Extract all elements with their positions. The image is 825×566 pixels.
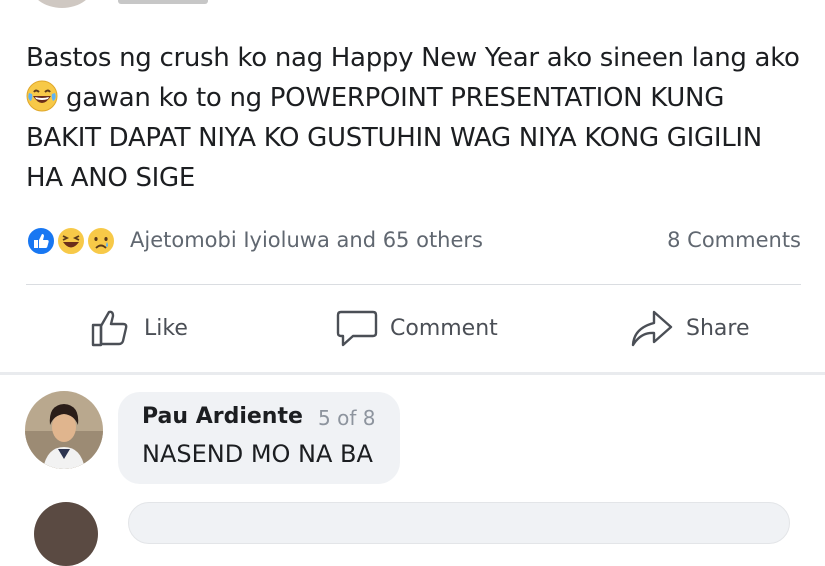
post-text-line-1: Bastos ng crush ko nag Happy New Year ak… [26, 43, 800, 73]
comments-count[interactable]: 8 Comments [667, 228, 801, 252]
thumbs-up-icon [91, 310, 128, 347]
next-comment-bubble[interactable] [128, 502, 790, 544]
share-label: Share [686, 315, 750, 341]
reactors-text[interactable]: Ajetomobi Iyioluwa and 65 others [130, 228, 483, 252]
post-text: Bastos ng crush ko nag Happy New Year ak… [26, 38, 806, 198]
like-icon [26, 226, 56, 256]
reaction-icons[interactable] [26, 226, 126, 258]
divider [26, 284, 801, 285]
commenter-avatar[interactable] [25, 391, 103, 469]
previous-poster-name[interactable] [118, 0, 208, 4]
like-label: Like [144, 315, 188, 341]
share-button[interactable]: Share [630, 306, 750, 350]
sad-icon [86, 226, 116, 256]
share-arrow-icon [631, 310, 673, 347]
profile-photo-icon [25, 391, 103, 469]
next-commenter-avatar[interactable] [34, 502, 98, 566]
comment-index: 5 of 8 [318, 406, 376, 430]
comment-label: Comment [390, 315, 498, 341]
section-separator [0, 372, 825, 375]
reactions-bar: Ajetomobi Iyioluwa and 65 others 8 Comme… [26, 224, 801, 258]
haha-icon [56, 226, 86, 256]
comment-text: NASEND MO NA BA [142, 440, 373, 468]
previous-poster-avatar[interactable] [30, 0, 94, 8]
comment-bubble-icon [336, 310, 378, 347]
like-button[interactable]: Like [90, 306, 188, 350]
post-text-line-2: gawan ko to ng POWERPOINT PRESENTATION K… [26, 83, 762, 193]
comment-bubble[interactable]: Pau Ardiente 5 of 8 NASEND MO NA BA [118, 392, 400, 484]
commenter-name[interactable]: Pau Ardiente [142, 404, 303, 429]
comment-button[interactable]: Comment [336, 306, 498, 350]
laughing-tears-emoji-icon [26, 80, 58, 112]
